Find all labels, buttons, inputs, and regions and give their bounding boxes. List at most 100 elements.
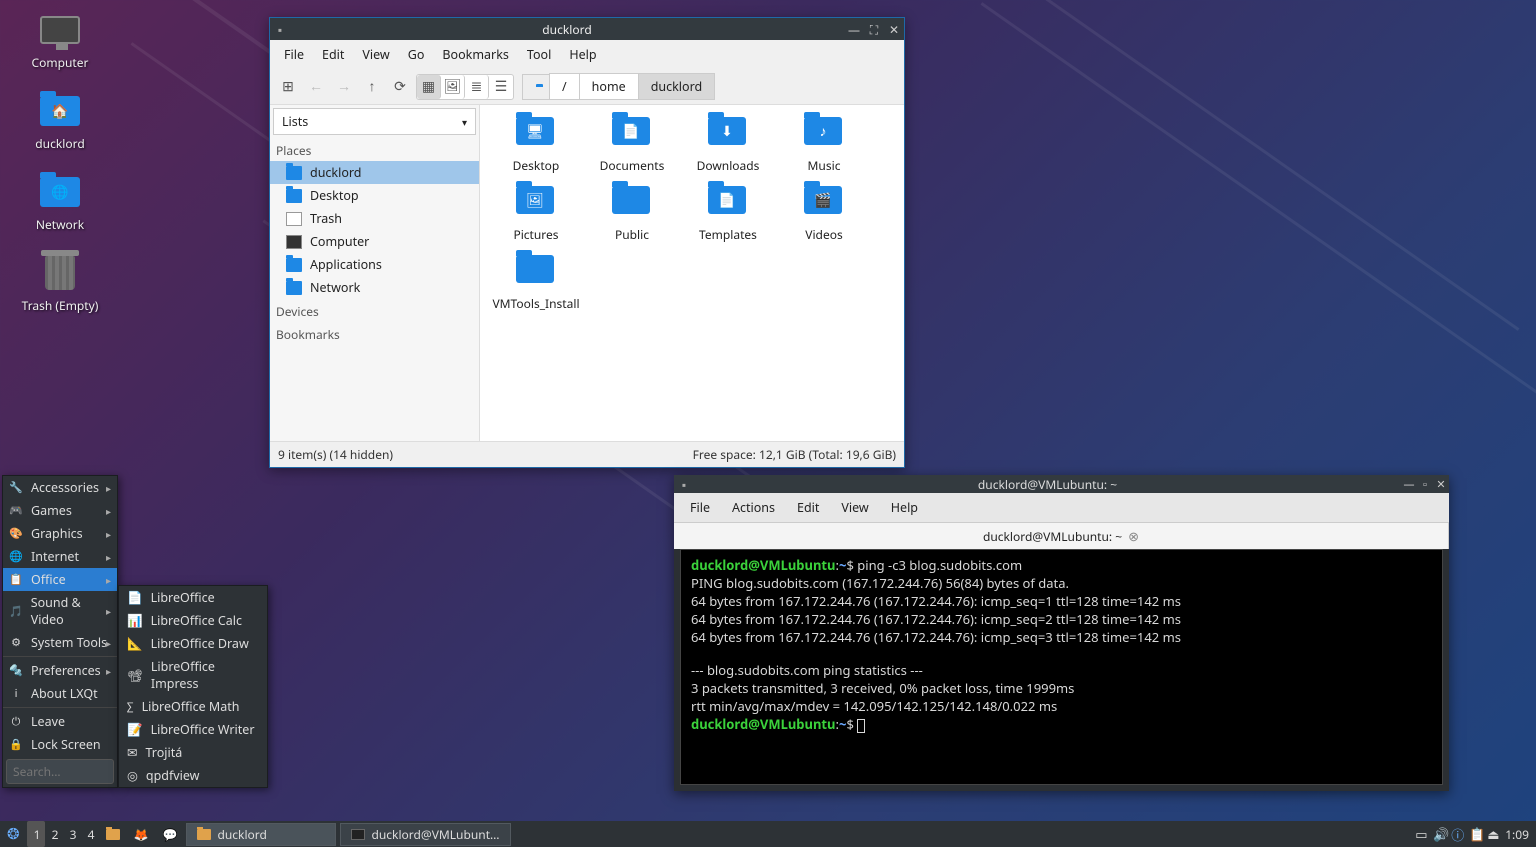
tray-volume[interactable]: 🔊 [1426, 821, 1444, 847]
menu-file[interactable]: File [276, 43, 312, 66]
desktop-icon-computer[interactable]: Computer [10, 10, 110, 71]
submenu-item-trojit-[interactable]: ✉Trojitá [119, 741, 267, 764]
file-item[interactable]: VMTools_Install [488, 251, 584, 316]
quicklaunch-browser[interactable]: 🦊 [127, 821, 156, 847]
file-item[interactable]: 🖥Desktop [488, 113, 584, 178]
menu-item-lock-screen[interactable]: 🔒Lock Screen [3, 733, 117, 756]
close-button[interactable]: ✕ [1433, 477, 1449, 492]
folder-icon [106, 829, 120, 840]
tray-show-desktop[interactable]: ▭ [1408, 821, 1426, 847]
path-root-button[interactable] [522, 74, 550, 100]
menu-item-leave[interactable]: ⏻Leave [3, 710, 117, 733]
reload-button[interactable]: ⟳ [388, 75, 412, 99]
menu-item-accessories[interactable]: 🔧Accessories▸ [3, 476, 117, 499]
menu-item-graphics[interactable]: 🎨Graphics▸ [3, 522, 117, 545]
file-item[interactable]: Public [584, 182, 680, 247]
sidebar-mode-dropdown[interactable]: Lists ▾ [273, 108, 476, 135]
desktop-icon-home[interactable]: 🏠 ducklord [10, 91, 110, 152]
submenu-item-libreoffice-writer[interactable]: 📝LibreOffice Writer [119, 718, 267, 741]
minimize-button[interactable]: — [1401, 477, 1417, 492]
up-button[interactable]: ↑ [360, 75, 384, 99]
menu-item-internet[interactable]: 🌐Internet▸ [3, 545, 117, 568]
thumbnail-view-button[interactable]: 🖼 [441, 75, 465, 99]
icon-view-button[interactable]: ▦ [417, 75, 441, 99]
detail-view-button[interactable]: ☰ [489, 75, 513, 99]
taskbar-app-terminal[interactable]: ducklord@VMLubunt… [340, 823, 510, 846]
desktop-icon-network[interactable]: 🌐 Network [10, 172, 110, 233]
path-segment-current[interactable]: ducklord [638, 73, 715, 100]
workspace-3[interactable]: 3 [63, 821, 81, 847]
sidebar-header-places: Places [270, 138, 479, 161]
menu-search-input[interactable] [6, 759, 114, 784]
submenu-item-qpdfview[interactable]: ◎qpdfview [119, 764, 267, 787]
submenu-item-libreoffice-draw[interactable]: 📐LibreOffice Draw [119, 632, 267, 655]
sidebar-item-home[interactable]: ducklord [270, 161, 479, 184]
new-tab-button[interactable]: ⊞ [276, 75, 300, 99]
file-item[interactable]: 🎬Videos [776, 182, 872, 247]
workspace-2[interactable]: 2 [45, 821, 63, 847]
tab-close-button[interactable]: ⊗ [1128, 527, 1139, 545]
file-item[interactable]: ♪Music [776, 113, 872, 178]
maximize-button[interactable]: ⛶ [864, 21, 884, 38]
desktop-icon-trash[interactable]: Trash (Empty) [10, 253, 110, 314]
menu-help[interactable]: Help [561, 43, 604, 66]
minimize-button[interactable]: — [844, 21, 864, 38]
menu-edit[interactable]: Edit [314, 43, 352, 66]
back-button[interactable]: ← [304, 75, 328, 99]
file-item[interactable]: 📄Templates [680, 182, 776, 247]
submenu-item-libreoffice-impress[interactable]: 📽LibreOffice Impress [119, 655, 267, 695]
window-titlebar[interactable]: ▪ ducklord@VMLubuntu: ~ — ▫ ✕ [674, 475, 1449, 493]
workspace-4[interactable]: 4 [81, 821, 99, 847]
submenu-item-libreoffice-calc[interactable]: 📊LibreOffice Calc [119, 609, 267, 632]
workspace-1[interactable]: 1 [27, 821, 45, 847]
menu-view[interactable]: View [831, 496, 878, 519]
tray-clipboard[interactable]: 📋 [1462, 821, 1480, 847]
file-item[interactable]: ⬇Downloads [680, 113, 776, 178]
sidebar-item-trash[interactable]: Trash [270, 207, 479, 230]
menu-item-preferences[interactable]: 🔩Preferences▸ [3, 659, 117, 682]
path-segment-root[interactable]: / [549, 73, 580, 100]
forward-button[interactable]: → [332, 75, 356, 99]
menu-item-system-tools[interactable]: ⚙System Tools▸ [3, 631, 117, 654]
menu-tool[interactable]: Tool [519, 43, 559, 66]
menu-actions[interactable]: Actions [722, 496, 785, 519]
menu-edit[interactable]: Edit [787, 496, 829, 519]
sidebar-item-label: Trash [310, 210, 342, 227]
sidebar-item-computer[interactable]: Computer [270, 230, 479, 253]
tray-removable[interactable]: ⏏ [1480, 821, 1498, 847]
terminal-tab[interactable]: ducklord@VMLubuntu: ~ ⊗ [674, 523, 1449, 549]
start-button[interactable]: ❂ [0, 821, 27, 847]
sidebar-item-desktop[interactable]: Desktop [270, 184, 479, 207]
menubar: File Edit View Go Bookmarks Tool Help [270, 40, 904, 69]
submenu-item-libreoffice[interactable]: 📄LibreOffice [119, 586, 267, 609]
tray-clock[interactable]: 1:09 [1498, 821, 1536, 847]
menu-file[interactable]: File [680, 496, 720, 519]
menu-item-sound-video[interactable]: 🎵Sound & Video▸ [3, 591, 117, 631]
taskbar-app-filemanager[interactable]: ducklord [186, 823, 336, 846]
tab-label: ducklord@VMLubuntu: ~ [983, 528, 1122, 545]
file-item[interactable]: 📄Documents [584, 113, 680, 178]
menu-help[interactable]: Help [881, 496, 928, 519]
maximize-button[interactable]: ▫ [1417, 477, 1433, 492]
menu-go[interactable]: Go [400, 43, 433, 66]
file-view[interactable]: 🖥Desktop📄Documents⬇Downloads♪Music 🖼Pictu… [480, 105, 904, 441]
list-view-button[interactable]: ≣ [465, 75, 489, 99]
menu-item-about-lxqt[interactable]: ℹAbout LXQt [3, 682, 117, 705]
quicklaunch-chat[interactable]: 💬 [156, 821, 185, 847]
close-button[interactable]: ✕ [884, 21, 904, 38]
menu-item-label: System Tools [31, 634, 107, 651]
path-segment-home[interactable]: home [579, 73, 639, 100]
menu-view[interactable]: View [354, 43, 397, 66]
menu-item-office[interactable]: 📋Office▸ [3, 568, 117, 591]
file-item[interactable]: 🖼Pictures [488, 182, 584, 247]
menu-item-games[interactable]: 🎮Games▸ [3, 499, 117, 522]
tray-info[interactable]: ⓘ [1444, 821, 1462, 847]
submenu-item-libreoffice-math[interactable]: ∑LibreOffice Math [119, 695, 267, 718]
terminal-output[interactable]: ducklord@VMLubuntu:~$ ping -c3 blog.sudo… [680, 549, 1443, 785]
menu-bookmarks[interactable]: Bookmarks [434, 43, 516, 66]
sidebar-item-applications[interactable]: Applications [270, 253, 479, 276]
quicklaunch-filemanager[interactable] [99, 821, 127, 847]
sidebar-item-network[interactable]: Network [270, 276, 479, 299]
window-titlebar[interactable]: ▪ ducklord — ⛶ ✕ [270, 18, 904, 40]
menu-item-label: Games [31, 502, 72, 519]
